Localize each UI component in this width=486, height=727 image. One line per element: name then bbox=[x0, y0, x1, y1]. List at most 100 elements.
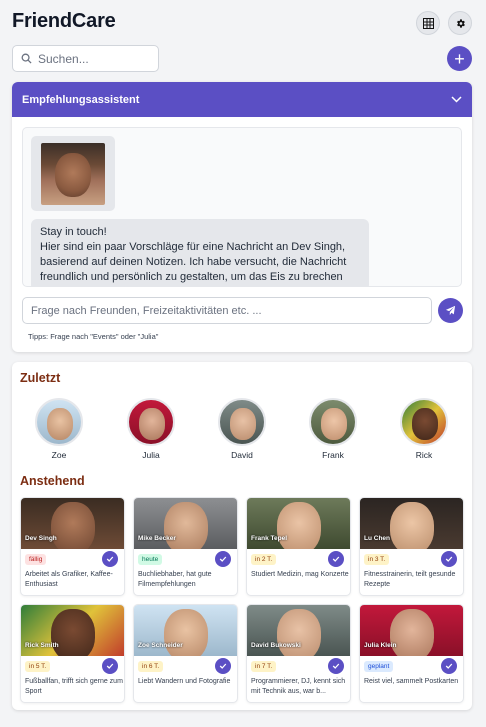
check-icon bbox=[445, 556, 453, 562]
settings-button[interactable] bbox=[448, 11, 472, 35]
assistant-header[interactable]: Empfehlungsassistent bbox=[12, 82, 472, 117]
friend-card[interactable]: Zoe Schneider in 6 T. Liebt Wandern und … bbox=[133, 604, 238, 703]
avatar-face bbox=[321, 408, 347, 440]
tips-text: Tipps: Frage nach "Events" oder "Julia" bbox=[28, 332, 159, 341]
search-icon bbox=[21, 53, 32, 64]
friend-card[interactable]: David Bukowski in 7 T. Programmierer, DJ… bbox=[246, 604, 351, 703]
due-badge: in 6 T. bbox=[138, 661, 164, 672]
ask-box[interactable] bbox=[22, 297, 432, 324]
friend-card[interactable]: Rick Smith in 5 T. Fußballfan, trifft si… bbox=[20, 604, 125, 703]
due-badge: in 3 T. bbox=[364, 554, 390, 565]
avatar bbox=[400, 398, 448, 446]
check-icon bbox=[219, 663, 227, 669]
due-badge: fällig bbox=[25, 554, 47, 565]
check-icon bbox=[106, 556, 114, 562]
friend-name: Rick Smith bbox=[25, 642, 59, 649]
due-badge: geplant bbox=[364, 661, 394, 672]
recent-friend-name: Julia bbox=[142, 450, 160, 460]
send-button[interactable] bbox=[438, 298, 463, 323]
due-badge: heute bbox=[138, 554, 163, 565]
friend-photo bbox=[41, 142, 105, 205]
friend-description: Liebt Wandern und Fotografie bbox=[138, 678, 231, 685]
chat-message-image bbox=[31, 136, 115, 211]
friend-name: Dev Singh bbox=[25, 535, 57, 542]
mark-done-button[interactable] bbox=[441, 551, 457, 567]
recent-friend-rick[interactable]: Rick bbox=[394, 398, 454, 460]
assistant-title: Empfehlungsassistent bbox=[22, 93, 140, 106]
search-input[interactable] bbox=[38, 51, 148, 66]
mark-done-button[interactable] bbox=[102, 551, 118, 567]
avatar bbox=[127, 398, 175, 446]
check-icon bbox=[332, 663, 340, 669]
avatar-face bbox=[47, 408, 73, 440]
friend-description: Arbeitet als Grafiker, Kaffee-Enthusiast bbox=[25, 571, 113, 588]
mark-done-button[interactable] bbox=[215, 658, 231, 674]
friend-card[interactable]: Julia Klein geplant Reist viel, sammelt … bbox=[359, 604, 464, 703]
friend-description: Fußballfan, trifft sich gerne zum Sport bbox=[25, 678, 123, 695]
check-icon bbox=[445, 663, 453, 669]
friend-description: Studiert Medizin, mag Konzerte bbox=[251, 571, 349, 578]
friend-card[interactable]: Frank Tepel in 2 T. Studiert Medizin, ma… bbox=[246, 497, 351, 596]
recent-friend-frank[interactable]: Frank bbox=[303, 398, 363, 460]
add-friend-button[interactable]: + bbox=[447, 46, 472, 71]
recent-friend-name: Rick bbox=[415, 450, 433, 460]
due-badge: in 5 T. bbox=[25, 661, 51, 672]
grid-view-button[interactable] bbox=[416, 11, 440, 35]
recent-friend-name: Zoe bbox=[51, 450, 67, 460]
photo-face bbox=[390, 502, 434, 549]
chat-message-line: Stay in touch! bbox=[40, 226, 107, 238]
mark-done-button[interactable] bbox=[441, 658, 457, 674]
recent-friend-julia[interactable]: Julia bbox=[121, 398, 181, 460]
mark-done-button[interactable] bbox=[328, 551, 344, 567]
upcoming-title: Anstehend bbox=[20, 474, 85, 488]
friend-name: Lu Chen bbox=[364, 535, 390, 542]
friend-description: Buchliebhaber, hat gute Filmempfehlungen bbox=[138, 571, 212, 588]
recent-title: Zuletzt bbox=[20, 371, 61, 385]
due-badge: in 2 T. bbox=[251, 554, 277, 565]
friend-card[interactable]: Lu Chen in 3 T. Fitnesstrainerin, teilt … bbox=[359, 497, 464, 596]
friends-panel: Zuletzt Zoe Julia David Frank Rick Anste… bbox=[12, 362, 472, 710]
check-icon bbox=[332, 556, 340, 562]
photo-face bbox=[51, 502, 95, 549]
check-icon bbox=[106, 663, 114, 669]
friend-name: Frank Tepel bbox=[251, 535, 288, 542]
grid-icon bbox=[422, 17, 434, 29]
avatar-face bbox=[139, 408, 165, 440]
chat-message: Stay in touch! Hier sind ein paar Vorsch… bbox=[31, 219, 369, 286]
chevron-down-icon[interactable] bbox=[451, 96, 462, 103]
friend-name: Mike Becker bbox=[138, 535, 176, 542]
gear-icon bbox=[456, 18, 465, 28]
avatar-face bbox=[412, 408, 438, 440]
chat-area[interactable]: Stay in touch! Hier sind ein paar Vorsch… bbox=[22, 127, 462, 287]
header: FriendCare bbox=[12, 9, 472, 37]
chat-message-line: Hier sind ein paar Vorschläge für eine N… bbox=[40, 241, 346, 253]
friend-name: David Bukowski bbox=[251, 642, 301, 649]
mark-done-button[interactable] bbox=[215, 551, 231, 567]
check-icon bbox=[219, 556, 227, 562]
mark-done-button[interactable] bbox=[102, 658, 118, 674]
search-box[interactable] bbox=[12, 45, 159, 72]
friend-card[interactable]: Dev Singh fällig Arbeitet als Grafiker, … bbox=[20, 497, 125, 596]
avatar-face bbox=[230, 408, 256, 440]
recent-friend-zoe[interactable]: Zoe bbox=[29, 398, 89, 460]
avatar bbox=[218, 398, 266, 446]
chat-message-line: freundlich und persönlich zu gestalten, … bbox=[40, 271, 343, 283]
app-title: FriendCare bbox=[12, 10, 116, 32]
chat-message-line: basierend auf deinen Notizen. Ich habe v… bbox=[40, 256, 347, 268]
friend-description: Reist viel, sammelt Postkarten bbox=[364, 678, 459, 685]
friend-card[interactable]: Mike Becker heute Buchliebhaber, hat gut… bbox=[133, 497, 238, 596]
ask-input[interactable] bbox=[31, 304, 421, 317]
friend-description: Fitnesstrainerin, teilt gesunde Rezepte bbox=[364, 571, 456, 588]
avatar bbox=[309, 398, 357, 446]
mark-done-button[interactable] bbox=[328, 658, 344, 674]
recent-friend-david[interactable]: David bbox=[212, 398, 272, 460]
recent-list: Zoe Julia David Frank Rick bbox=[12, 398, 472, 462]
friend-description: Programmierer, DJ, kennt sich mit Techni… bbox=[251, 678, 346, 695]
recent-friend-name: David bbox=[231, 450, 253, 460]
due-badge: in 7 T. bbox=[251, 661, 277, 672]
send-icon bbox=[445, 305, 456, 316]
recent-friend-name: Frank bbox=[322, 450, 344, 460]
avatar bbox=[35, 398, 83, 446]
friend-name: Zoe Schneider bbox=[138, 642, 183, 649]
assistant-panel: Empfehlungsassistent Stay in touch! Hier… bbox=[12, 82, 472, 352]
